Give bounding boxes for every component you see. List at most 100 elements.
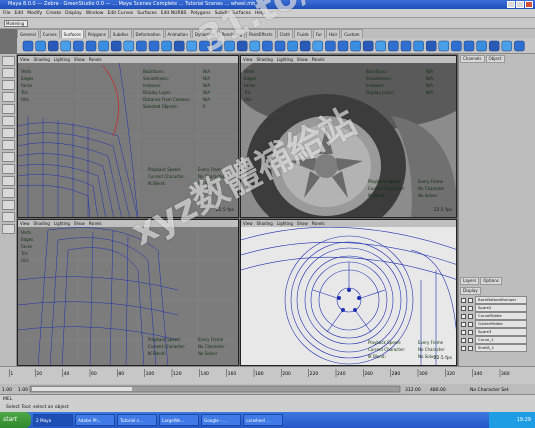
vp-menu-shading[interactable]: Shading bbox=[257, 220, 273, 227]
visibility-toggle[interactable] bbox=[461, 329, 466, 335]
tab-surfaces[interactable]: Surfaces bbox=[60, 29, 84, 38]
layout-outliner-icon[interactable] bbox=[2, 200, 15, 210]
vp-menu-show[interactable]: Show bbox=[297, 220, 308, 227]
shelf-tool-icon[interactable] bbox=[22, 40, 34, 52]
vp-menu-panels[interactable]: Panels bbox=[89, 220, 102, 227]
range-slider[interactable]: 1.00 1.00 312.00 480.00 No Character Set bbox=[0, 384, 535, 394]
shelf-tool-icon[interactable] bbox=[287, 40, 298, 52]
menu-file[interactable]: File bbox=[3, 9, 11, 17]
taskbar-item[interactable]: Adobe Ph... bbox=[75, 414, 115, 426]
layer-display-label[interactable]: Display bbox=[460, 287, 481, 295]
layout-uv-icon[interactable] bbox=[2, 224, 15, 234]
tab-options[interactable]: Options bbox=[480, 277, 502, 285]
shelf-tool-icon[interactable] bbox=[350, 40, 361, 52]
shelf-tool-icon[interactable] bbox=[85, 40, 97, 52]
start-button[interactable]: start bbox=[0, 412, 31, 428]
tab-fur[interactable]: Fur bbox=[312, 29, 325, 38]
shelf-tool-icon[interactable] bbox=[337, 40, 349, 52]
range-start[interactable]: 1.00 bbox=[2, 387, 12, 393]
tab-cloth[interactable]: Cloth bbox=[276, 29, 294, 38]
time-slider[interactable]: 1 20 40 60 80 100 120 140 160 180 200 220 240 260 280 3… bbox=[0, 366, 535, 384]
time-ruler[interactable]: 1 20 40 60 80 100 120 140 160 180 200 220 240 260 280 3… bbox=[0, 367, 535, 385]
vp-menu-view[interactable]: View bbox=[20, 220, 30, 227]
vp-menu-view[interactable]: View bbox=[243, 220, 253, 227]
vp-menu-lighting[interactable]: Lighting bbox=[277, 56, 293, 63]
layer-row[interactable]: CurveMiddle bbox=[459, 312, 535, 320]
shelf-tool-icon[interactable] bbox=[110, 40, 122, 52]
layout-hypershade-icon[interactable] bbox=[2, 212, 15, 222]
layout-single-icon[interactable] bbox=[2, 152, 15, 162]
shelf-tool-icon[interactable] bbox=[501, 40, 513, 52]
minimize-button[interactable] bbox=[507, 1, 515, 8]
visibility-toggle[interactable] bbox=[461, 313, 466, 319]
vp-menu-panels[interactable]: Panels bbox=[89, 56, 102, 63]
lasso-tool-icon[interactable] bbox=[2, 68, 15, 78]
layer-name[interactable]: GutterMiddle bbox=[475, 320, 527, 328]
layer-row[interactable]: Spare3 bbox=[459, 328, 535, 336]
menu-window[interactable]: Window bbox=[86, 9, 104, 17]
maximize-button[interactable] bbox=[516, 1, 524, 8]
shelf-tool-icon[interactable] bbox=[375, 40, 387, 52]
shelf-tool-icon[interactable] bbox=[299, 40, 311, 52]
tab-subdivs[interactable]: Subdivs bbox=[109, 29, 132, 38]
display-type-toggle[interactable] bbox=[468, 321, 473, 327]
shelf-tool-icon[interactable] bbox=[35, 40, 46, 52]
shelf-tool-icon[interactable] bbox=[463, 40, 475, 52]
shelf-tool-icon[interactable] bbox=[262, 40, 273, 52]
character-set[interactable]: No Character Set bbox=[470, 387, 509, 393]
menu-edit-nurbs[interactable]: Edit NURBS bbox=[161, 9, 187, 17]
taskbar-item[interactable]: carwheel ... bbox=[243, 414, 283, 426]
shelf-tool-icon[interactable] bbox=[249, 40, 261, 52]
tab-object[interactable]: Object bbox=[485, 55, 505, 63]
paint-select-icon[interactable] bbox=[2, 80, 15, 90]
range-end[interactable]: 480.00 bbox=[430, 387, 446, 393]
display-type-toggle[interactable] bbox=[468, 329, 473, 335]
viewport-bottom-left[interactable]: View Shading Lighting Show Panels Verts … bbox=[17, 219, 239, 366]
visibility-toggle[interactable] bbox=[461, 345, 466, 351]
tab-curves[interactable]: Curves bbox=[39, 29, 60, 38]
system-tray-clock[interactable]: 19:29 bbox=[489, 412, 535, 428]
vp-menu-shading[interactable]: Shading bbox=[34, 56, 50, 63]
shelf-tool-icon[interactable] bbox=[161, 40, 172, 52]
visibility-toggle[interactable] bbox=[461, 297, 466, 303]
layer-row[interactable]: Curve_1 bbox=[459, 336, 535, 344]
rotate-tool-icon[interactable] bbox=[2, 104, 15, 114]
tab-hair[interactable]: Hair bbox=[326, 29, 341, 38]
tab-deformation[interactable]: Deformation bbox=[132, 29, 164, 38]
range-inner-end[interactable]: 312.00 bbox=[405, 387, 421, 393]
layout-side-icon[interactable] bbox=[2, 176, 15, 186]
shelf-tool-icon[interactable] bbox=[148, 40, 160, 52]
command-line[interactable]: MEL bbox=[0, 394, 535, 403]
vp-menu-lighting[interactable]: Lighting bbox=[54, 56, 70, 63]
shelf-tool-icon[interactable] bbox=[388, 40, 399, 52]
shelf-tool-icon[interactable] bbox=[173, 40, 185, 52]
layer-row[interactable]: Shell8_1 bbox=[459, 344, 535, 352]
shelf-tool-icon[interactable] bbox=[136, 40, 147, 52]
display-type-toggle[interactable] bbox=[468, 297, 473, 303]
scale-tool-icon[interactable] bbox=[2, 116, 15, 126]
layer-name[interactable]: Curve_1 bbox=[475, 336, 527, 344]
layer-row[interactable]: Spare2 bbox=[459, 304, 535, 312]
vp-menu-show[interactable]: Show bbox=[74, 56, 85, 63]
vp-menu-panels[interactable]: Panels bbox=[312, 220, 325, 227]
shelf-tool-icon[interactable] bbox=[312, 40, 324, 52]
layout-four-icon[interactable] bbox=[2, 164, 15, 174]
viewport-bottom-right[interactable]: View Shading Lighting Show Panels Playba… bbox=[240, 219, 457, 366]
shelf-tool-icon[interactable] bbox=[476, 40, 487, 52]
menu-modify[interactable]: Modify bbox=[27, 9, 42, 17]
tab-polygons[interactable]: Polygons bbox=[84, 29, 109, 38]
visibility-toggle[interactable] bbox=[461, 321, 466, 327]
shelf-tool-icon[interactable] bbox=[47, 40, 59, 52]
visibility-toggle[interactable] bbox=[461, 305, 466, 311]
layer-name[interactable]: BackBottomBumper bbox=[475, 296, 527, 304]
layer-display-selector[interactable]: Display bbox=[459, 286, 535, 296]
display-type-toggle[interactable] bbox=[468, 305, 473, 311]
visibility-toggle[interactable] bbox=[461, 337, 466, 343]
shelf-tool-icon[interactable] bbox=[274, 40, 286, 52]
layer-row[interactable]: BackBottomBumper bbox=[459, 296, 535, 304]
shelf-tool-icon[interactable] bbox=[325, 40, 336, 52]
menu-edit-curves[interactable]: Edit Curves bbox=[107, 9, 133, 17]
tab-layers[interactable]: Layers bbox=[460, 277, 480, 285]
shelf-tool-icon[interactable] bbox=[60, 40, 72, 52]
taskbar-item[interactable]: 2 Maya bbox=[33, 414, 73, 426]
